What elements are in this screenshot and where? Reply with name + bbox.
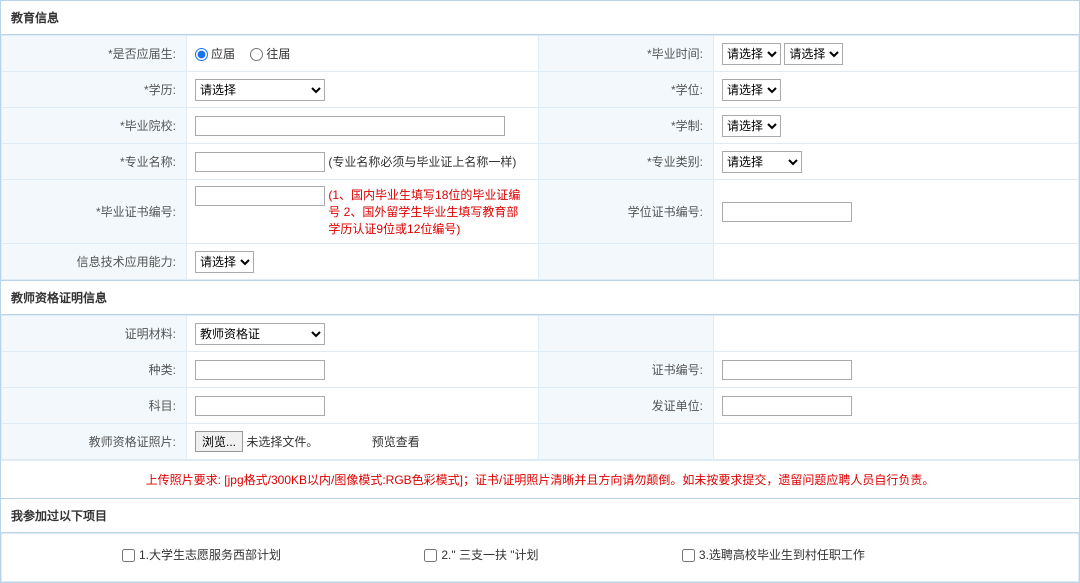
label-major-type: 专业类别: — [647, 155, 703, 169]
school-system-select[interactable]: 请选择 — [722, 115, 781, 137]
browse-button[interactable]: 浏览... — [195, 431, 243, 452]
label-degree-cert-no: 学位证书编号: — [628, 205, 703, 219]
checkbox-item-1[interactable]: 1.大学生志愿服务西部计划 — [122, 546, 281, 563]
major-input[interactable] — [195, 152, 325, 172]
participated-table: 1.大学生志愿服务西部计划 2." 三支一扶 "计划 3.选聘高校毕业生到村任职… — [1, 533, 1079, 582]
label-cert-no: 证书编号: — [652, 363, 703, 377]
label-subject: 科目: — [149, 399, 176, 413]
label-major: 专业名称: — [120, 155, 176, 169]
education-level-select[interactable]: 请选择 — [195, 79, 325, 101]
diploma-hint: (1、国内毕业生填写18位的毕业证编号 2、国外留学生毕业生填写教育部学历认证9… — [328, 186, 528, 237]
cert-material-select[interactable]: 教师资格证 — [195, 323, 325, 345]
label-diploma-no: 毕业证书编号: — [96, 205, 176, 219]
major-hint: (专业名称必须与毕业证上名称一样) — [328, 155, 516, 169]
label-fresh-grad: 是否应届生: — [108, 47, 176, 61]
label-cert-photo: 教师资格证照片: — [89, 435, 176, 449]
fresh-grad-radio-group: 应届 往届 — [195, 47, 302, 61]
degree-cert-no-input[interactable] — [722, 202, 852, 222]
radio-fresh[interactable]: 应届 — [195, 47, 235, 61]
no-file-text: 未选择文件。 — [246, 435, 318, 449]
issuer-input[interactable] — [722, 396, 852, 416]
section-teacher-cert-header: 教师资格证明信息 — [1, 280, 1079, 315]
label-it-skill: 信息技术应用能力: — [77, 255, 176, 269]
label-issuer: 发证单位: — [652, 399, 703, 413]
label-cert-material: 证明材料: — [125, 327, 176, 341]
it-skill-select[interactable]: 请选择 — [195, 251, 254, 273]
teacher-cert-table: 证明材料: 教师资格证 种类: 证书编号: 科目: 发证单位: 教师资格证照片:… — [1, 315, 1079, 460]
diploma-no-input[interactable] — [195, 186, 325, 206]
section-participated-header: 我参加过以下项目 — [1, 498, 1079, 533]
label-education-level: 学历: — [144, 83, 176, 97]
cert-no-input[interactable] — [722, 360, 852, 380]
label-school-system: 学制: — [671, 119, 703, 133]
cert-type-input[interactable] — [195, 360, 325, 380]
grad-year-select[interactable]: 请选择 — [722, 43, 781, 65]
label-school: 毕业院校: — [120, 119, 176, 133]
upload-hint: 上传照片要求: [jpg格式/300KB以内/图像模式:RGB色彩模式]；证书/… — [1, 460, 1079, 498]
preview-link[interactable]: 预览查看 — [372, 435, 420, 449]
education-table: 是否应届生: 应届 往届 毕业时间: 请选择 请选择 学历: 请选择 学位: 请… — [1, 35, 1079, 280]
label-cert-type: 种类: — [149, 363, 176, 377]
major-type-select[interactable]: 请选择 — [722, 151, 802, 173]
label-degree: 学位: — [671, 83, 703, 97]
label-grad-time: 毕业时间: — [647, 47, 703, 61]
degree-select[interactable]: 请选择 — [722, 79, 781, 101]
radio-former[interactable]: 往届 — [250, 47, 290, 61]
section-education-header: 教育信息 — [1, 0, 1079, 35]
checkbox-item-3[interactable]: 3.选聘高校毕业生到村任职工作 — [682, 546, 865, 563]
checkbox-item-2[interactable]: 2." 三支一扶 "计划 — [424, 546, 538, 563]
grad-month-select[interactable]: 请选择 — [784, 43, 843, 65]
school-input[interactable] — [195, 116, 505, 136]
subject-input[interactable] — [195, 396, 325, 416]
